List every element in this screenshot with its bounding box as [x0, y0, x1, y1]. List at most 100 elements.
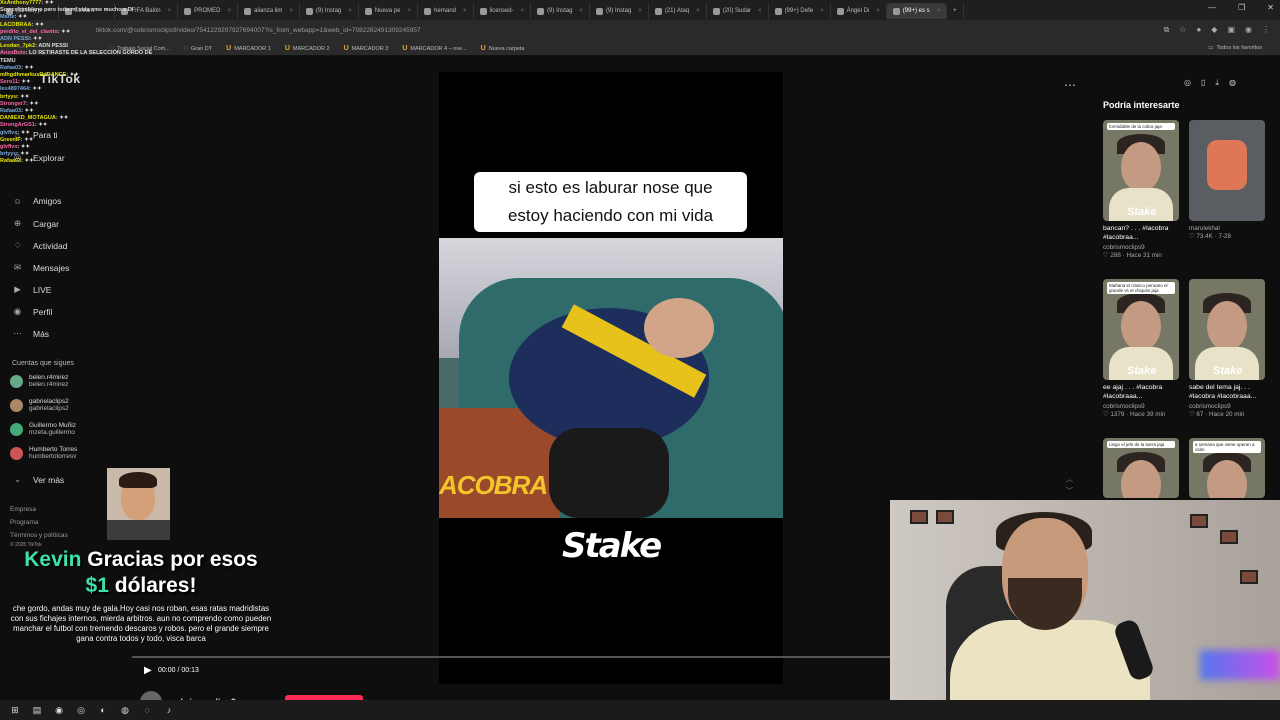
card-title: ee ajaj . . . #lacobra #lacobraaa...	[1103, 384, 1163, 400]
close-tab-icon[interactable]: ×	[289, 8, 293, 14]
new-tab-button[interactable]: +	[947, 3, 964, 19]
recommended-video-card[interactable]: marulekhal ♡ 73.4K · 7-28	[1189, 120, 1265, 240]
url-field[interactable]: tiktok.com/@cobrismoclips9/video/7541229…	[96, 24, 1096, 38]
menu-icon[interactable]: ⋮	[1262, 25, 1270, 35]
browser-tab[interactable]: Nueva pe ×	[359, 3, 418, 19]
recommended-video-card[interactable]: Stake sabe del tema jaj. . . #lacobra #la…	[1189, 279, 1265, 418]
chat-message: glvflvx: ✦✦	[0, 129, 31, 136]
bookmark-item[interactable]: U Nueva carpeta	[481, 45, 525, 52]
card-stats: ♡ 1379 · Hace 39 min	[1103, 411, 1166, 418]
chat-message: ADN PESSI: ✦✦	[0, 36, 43, 43]
recommended-video-card[interactable]: Llego el jefe de la barra jaja	[1103, 438, 1179, 498]
star-icon[interactable]: ☆	[1179, 25, 1186, 35]
bookmark-item[interactable]: U MARCADOR 3	[344, 45, 389, 52]
bookmark-item[interactable]: ◌ Gran DT	[184, 45, 212, 52]
phone-icon[interactable]: ▯	[1201, 78, 1205, 88]
play-icon[interactable]: ▶	[144, 665, 152, 676]
chat-message: Rafaa03: ✦✦	[0, 158, 34, 165]
browser-tab[interactable]: (99+) es s ×	[886, 3, 948, 19]
chevron-down-icon[interactable]: ﹀	[1066, 486, 1073, 498]
favicon-icon	[712, 7, 720, 15]
app2-icon[interactable]: ◌	[140, 703, 154, 717]
close-tab-icon[interactable]: ×	[463, 8, 467, 14]
close-window-icon[interactable]: ✕	[1267, 3, 1274, 12]
minimize-icon[interactable]: —	[1208, 3, 1216, 12]
progress-bar[interactable]	[132, 656, 890, 658]
browser-tab[interactable]: (21) Ataq ×	[649, 3, 707, 19]
browser-tab[interactable]: Ángel Di ×	[831, 3, 887, 19]
footer-link[interactable]: Programa	[10, 519, 39, 526]
see-more-button[interactable]: ⌄ Ver más	[12, 474, 64, 485]
browser-tab[interactable]: PROMED ×	[178, 3, 239, 19]
following-account[interactable]: Humberto Torres humbertotorresv	[10, 446, 77, 460]
extensions-puzzle-icon[interactable]: ▣	[1227, 25, 1235, 35]
close-tab-icon[interactable]: ×	[876, 8, 880, 14]
bookmark-item[interactable]: U MARCADOR 2	[285, 45, 330, 52]
browser-tab[interactable]: (9) Instag ×	[590, 3, 649, 19]
browser-tab[interactable]: (9) Instag ×	[300, 3, 359, 19]
recommended-title: Podría interesarte	[1103, 100, 1180, 110]
donation-amount: $1	[85, 574, 109, 597]
favicon-icon	[537, 7, 545, 15]
browser-tab[interactable]: licensed- ×	[474, 3, 532, 19]
browser-tab[interactable]: hernand ×	[418, 3, 474, 19]
card-stats: ♡ 288 · Hace 31 min	[1103, 252, 1162, 259]
avatar	[10, 422, 23, 436]
chevron-up-icon[interactable]: ︿	[1066, 474, 1073, 486]
chrome-icon[interactable]: ◉	[52, 703, 66, 717]
nav-item[interactable]: ◉ Perfil	[12, 306, 53, 317]
globe-icon[interactable]: ◍	[1229, 78, 1236, 88]
install-icon[interactable]: ⧉	[1164, 25, 1170, 35]
close-tab-icon[interactable]: ×	[638, 8, 642, 14]
close-tab-icon[interactable]: ×	[228, 8, 232, 14]
donation-alert: Kevin Gracias por esos $1 dólares! che g…	[6, 548, 276, 644]
streamer-webcam	[890, 500, 1280, 720]
browser-tab[interactable]: (99+) Defe ×	[769, 3, 831, 19]
bookmark-item[interactable]: U MARCADOR 1	[226, 45, 271, 52]
close-tab-icon[interactable]: ×	[168, 8, 172, 14]
extension-icon[interactable]: ●	[1196, 25, 1201, 35]
close-tab-icon[interactable]: ×	[521, 8, 525, 14]
download-icon[interactable]: ⤓	[1215, 78, 1219, 88]
app-icon[interactable]: ◍	[118, 703, 132, 717]
avatar	[10, 446, 23, 460]
card-user: cobrismoclips9	[1189, 403, 1231, 410]
favicon-icon	[364, 7, 372, 15]
all-favorites[interactable]: ▭ Todos los favoritos	[1208, 45, 1262, 51]
donor-name: Kevin	[24, 548, 82, 571]
obs-icon[interactable]: ◎	[74, 703, 88, 717]
close-tab-icon[interactable]: ×	[348, 8, 352, 14]
recommended-video-card[interactable]: formidable de la cobra jaja Stake bancan? …	[1103, 120, 1179, 259]
close-tab-icon[interactable]: ×	[758, 8, 762, 14]
close-tab-icon[interactable]: ×	[579, 8, 583, 14]
extension2-icon[interactable]: ◆	[1211, 25, 1217, 35]
player-controls: ▶ 00:00 / 00:13	[132, 656, 890, 686]
close-tab-icon[interactable]: ×	[937, 8, 941, 14]
recommended-video-card[interactable]: Mañana el clasico peruano el grande vs e…	[1103, 279, 1179, 418]
profile-icon[interactable]: ◉	[1245, 25, 1252, 35]
close-tab-icon[interactable]: ×	[696, 8, 700, 14]
browser-tab[interactable]: alianza lim ×	[238, 3, 300, 19]
donation-text-2: dólares!	[114, 574, 197, 597]
favicon-icon	[595, 7, 603, 15]
footer-link[interactable]: Empresa	[10, 506, 36, 513]
edge-icon[interactable]: ◐	[96, 703, 110, 717]
browser-tab[interactable]: (9) Instag ×	[531, 3, 590, 19]
bookmarks-bar: ◌ Trabajo Social Com... ◌ Gran DT U MARCADOR …	[0, 42, 1280, 56]
following-account[interactable]: Guillermo Muñiz mzeta.guillermo	[10, 422, 76, 436]
recommended-video-card[interactable]: a semana que viene operan a osito	[1189, 438, 1265, 498]
more-options-icon[interactable]: ⋯	[1064, 78, 1076, 92]
windows-icon[interactable]: ⊞	[8, 703, 22, 717]
following-account[interactable]: gabrielaclips2 gabrielaclips2	[10, 398, 69, 412]
tiktok-icon[interactable]: ♪	[162, 703, 176, 717]
files-icon[interactable]: ▤	[30, 703, 44, 717]
close-tab-icon[interactable]: ×	[407, 8, 411, 14]
footer-link[interactable]: Términos y políticas	[10, 532, 68, 539]
maximize-icon[interactable]: ❐	[1238, 3, 1245, 12]
nav-item[interactable]: ⋯ Más	[12, 328, 49, 339]
bookmark-item[interactable]: U MARCADOR 4 – ove...	[402, 45, 466, 52]
compass-icon[interactable]: ◎	[1184, 78, 1191, 88]
browser-tab[interactable]: (20) Sudar ×	[707, 3, 769, 19]
following-account[interactable]: belen.r4mirez belen.r4mirez	[10, 374, 68, 388]
close-tab-icon[interactable]: ×	[820, 8, 824, 14]
